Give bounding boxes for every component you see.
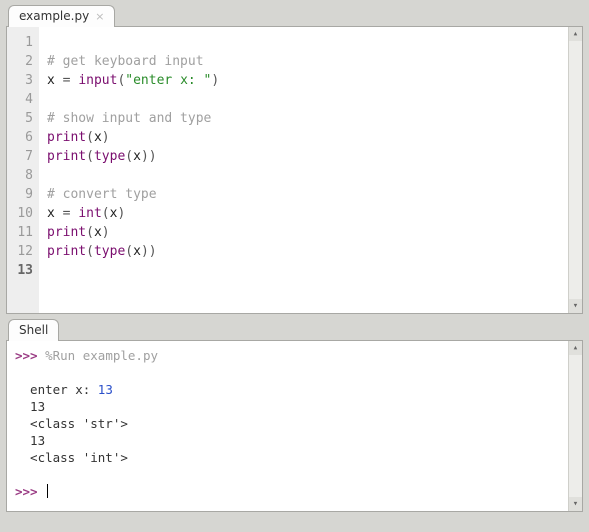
code-line[interactable]: print(x)	[47, 223, 574, 242]
code-line[interactable]: print(type(x))	[47, 242, 574, 261]
code-line[interactable]	[47, 33, 574, 52]
shell-tab-label: Shell	[19, 323, 48, 337]
code-line[interactable]	[47, 261, 574, 280]
code-line[interactable]: print(x)	[47, 128, 574, 147]
scroll-up-icon[interactable]: ▴	[569, 341, 582, 355]
line-number: 3	[15, 71, 33, 90]
editor-tab-label: example.py	[19, 9, 89, 23]
shell-tabs: Shell	[8, 318, 583, 340]
code-line[interactable]: # get keyboard input	[47, 52, 574, 71]
code-line[interactable]: x = input("enter x: ")	[47, 71, 574, 90]
shell-output-line: enter x: 13	[15, 381, 574, 398]
shell-line: >>> %Run example.py	[15, 347, 574, 364]
shell-scrollbar[interactable]: ▴ ▾	[568, 341, 582, 511]
editor-scrollbar[interactable]: ▴ ▾	[568, 27, 582, 313]
code-area[interactable]: # get keyboard inputx = input("enter x: …	[39, 27, 582, 313]
line-number: 9	[15, 185, 33, 204]
line-number: 11	[15, 223, 33, 242]
close-icon[interactable]: ×	[95, 11, 104, 22]
code-line[interactable]: print(type(x))	[47, 147, 574, 166]
editor-pane: 12345678910111213 # get keyboard inputx …	[6, 26, 583, 314]
line-number-gutter: 12345678910111213	[7, 27, 39, 313]
shell-panel: Shell >>> %Run example.py enter x: 13 13…	[6, 318, 583, 512]
code-line[interactable]	[47, 90, 574, 109]
editor-tabs: example.py ×	[8, 4, 583, 26]
shell-prompt-line[interactable]: >>>	[15, 483, 574, 500]
line-number: 2	[15, 52, 33, 71]
editor-panel: example.py × 12345678910111213 # get key…	[6, 4, 583, 314]
editor-tab-example[interactable]: example.py ×	[8, 5, 115, 27]
shell-pane: >>> %Run example.py enter x: 13 13 <clas…	[6, 340, 583, 512]
shell-output-line: 13	[15, 432, 574, 449]
line-number: 1	[15, 33, 33, 52]
line-number: 7	[15, 147, 33, 166]
shell-output-line: 13	[15, 398, 574, 415]
scroll-down-icon[interactable]: ▾	[569, 497, 582, 511]
user-input: 13	[98, 382, 113, 397]
line-number: 10	[15, 204, 33, 223]
shell-blank	[15, 466, 574, 483]
shell-blank	[15, 364, 574, 381]
scroll-down-icon[interactable]: ▾	[569, 299, 582, 313]
shell-tab[interactable]: Shell	[8, 319, 59, 341]
shell-area[interactable]: >>> %Run example.py enter x: 13 13 <clas…	[7, 341, 582, 511]
run-command: %Run example.py	[45, 348, 158, 363]
code-line[interactable]: x = int(x)	[47, 204, 574, 223]
shell-output-line: <class 'int'>	[15, 449, 574, 466]
line-number: 8	[15, 166, 33, 185]
shell-output-line: <class 'str'>	[15, 415, 574, 432]
cursor	[47, 484, 48, 498]
line-number: 13	[15, 261, 33, 280]
code-line[interactable]	[47, 166, 574, 185]
code-line[interactable]: # convert type	[47, 185, 574, 204]
line-number: 5	[15, 109, 33, 128]
code-line[interactable]: # show input and type	[47, 109, 574, 128]
line-number: 6	[15, 128, 33, 147]
prompt: >>>	[15, 484, 38, 499]
line-number: 4	[15, 90, 33, 109]
scroll-up-icon[interactable]: ▴	[569, 27, 582, 41]
editor-body[interactable]: 12345678910111213 # get keyboard inputx …	[7, 27, 582, 313]
line-number: 12	[15, 242, 33, 261]
prompt: >>>	[15, 348, 38, 363]
